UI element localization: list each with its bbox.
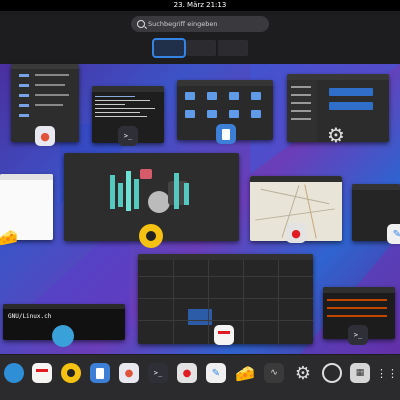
calendar-app-icon — [214, 325, 234, 345]
titlebar — [92, 86, 164, 92]
workspace-thumbnail-1[interactable] — [152, 38, 186, 58]
cheese-app-icon: 🧀 — [0, 227, 18, 247]
titlebar — [138, 254, 313, 260]
titlebar — [250, 176, 342, 182]
workspace-thumbnail-2[interactable] — [186, 40, 216, 56]
cheese-icon[interactable]: 🧀 — [235, 363, 255, 383]
text-editor-icon[interactable]: ✎ — [206, 363, 226, 383]
settings-gear-icon: ⚙ — [327, 123, 345, 147]
terminal-title-text: GNU/Linux.ch — [8, 313, 52, 320]
settings-icon[interactable]: ⚙ — [293, 363, 313, 384]
software-center-icon[interactable]: ● — [119, 363, 139, 383]
titlebar — [323, 287, 395, 293]
maps-app-icon: ● — [286, 223, 306, 243]
dash: ● >_ ● ✎ 🧀 ∿ ⚙ ▦ ⋮⋮ — [0, 355, 400, 400]
music-app-icon — [139, 224, 163, 248]
music-player-icon[interactable] — [61, 363, 81, 383]
clock[interactable]: 23. März 21:13 — [174, 1, 227, 9]
workspace-thumbnail-3[interactable] — [218, 40, 248, 56]
maps-icon[interactable]: ● — [177, 363, 197, 383]
clocks-icon[interactable] — [322, 363, 342, 383]
search-placeholder: Suchbegriff eingeben — [148, 20, 218, 28]
top-bar: 23. März 21:13 — [0, 0, 400, 11]
search-field[interactable]: Suchbegriff eingeben — [131, 16, 269, 32]
system-monitor-icon[interactable]: ∿ — [264, 363, 284, 383]
titlebar — [177, 80, 273, 86]
terminal-app-icon-2: >_ — [348, 325, 368, 345]
titlebar — [352, 184, 400, 190]
titlebar — [11, 64, 79, 69]
titlebar — [3, 304, 125, 309]
browser-icon[interactable] — [4, 363, 24, 383]
software-app-icon: ● — [35, 126, 55, 146]
calculator-icon[interactable]: ▦ — [350, 363, 370, 383]
browser-app-icon — [52, 325, 74, 347]
titlebar — [0, 174, 53, 180]
text-editor-app-icon: ✎ — [387, 224, 400, 244]
calendar-icon[interactable] — [32, 363, 52, 383]
document-viewer-app-icon — [216, 124, 236, 144]
terminal-app-icon: >_ — [118, 126, 138, 146]
terminal-icon[interactable]: >_ — [148, 363, 168, 383]
search-icon — [137, 20, 145, 28]
document-viewer-icon[interactable] — [90, 363, 110, 383]
app-grid-icon[interactable]: ⋮⋮ — [376, 363, 398, 383]
